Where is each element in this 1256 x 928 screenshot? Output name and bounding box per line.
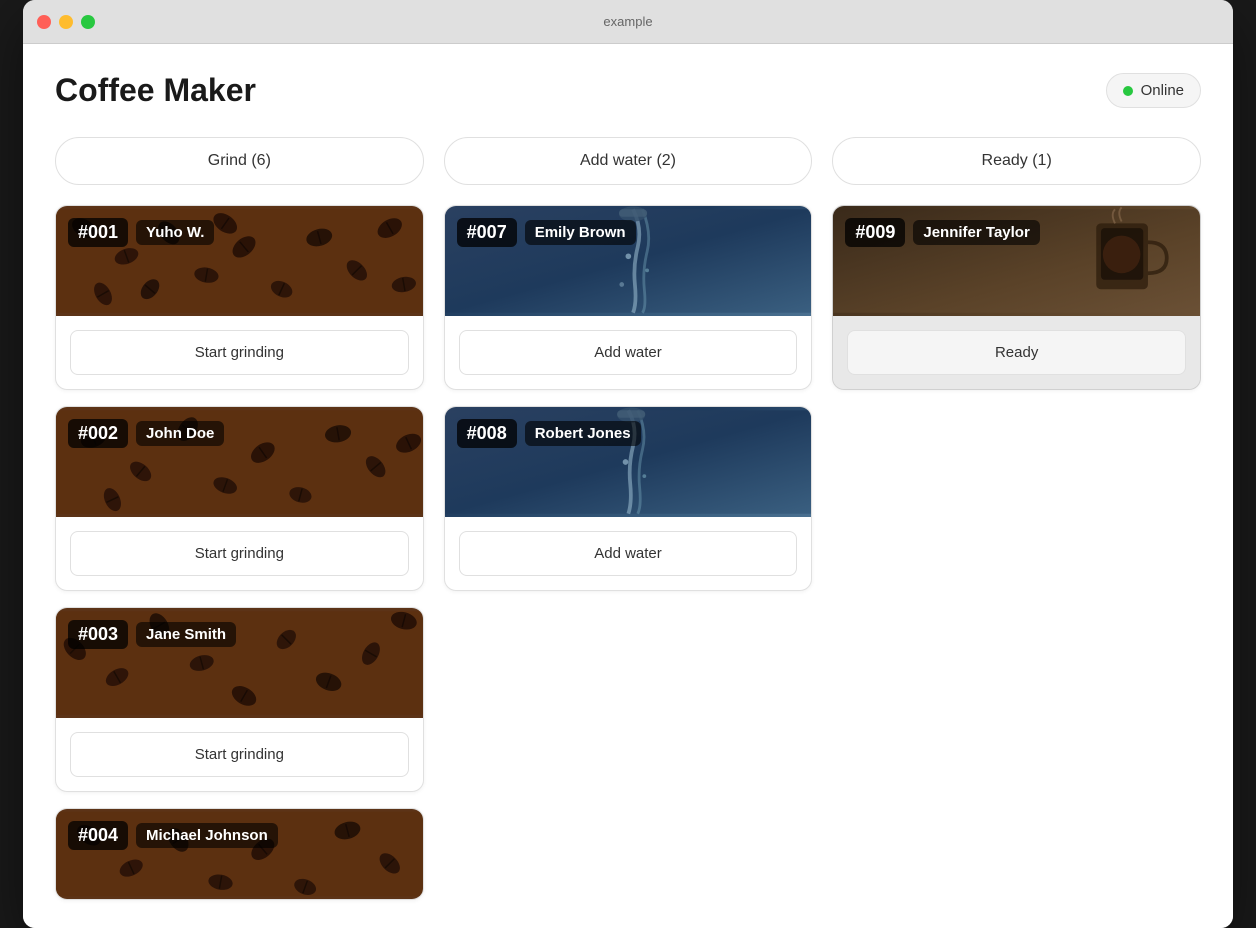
card-008-badge: #008 Robert Jones: [457, 419, 641, 448]
card-009-number: #009: [845, 218, 905, 247]
card-004-name: Michael Johnson: [136, 823, 278, 848]
card-001: #001 Yuho W. Start grinding: [55, 205, 424, 390]
status-badge: Online: [1106, 73, 1201, 108]
card-007-action: Add water: [445, 316, 812, 389]
card-008-name: Robert Jones: [525, 421, 641, 446]
card-004-image: #004 Michael Johnson: [56, 809, 423, 899]
status-label: Online: [1141, 82, 1184, 99]
column-tabs: Grind (6) Add water (2) Ready (1): [55, 137, 1201, 185]
card-001-number: #001: [68, 218, 128, 247]
card-002-button[interactable]: Start grinding: [70, 531, 409, 576]
card-007-badge: #007 Emily Brown: [457, 218, 636, 247]
status-dot: [1123, 86, 1133, 96]
card-004-number: #004: [68, 821, 128, 850]
card-007-number: #007: [457, 218, 517, 247]
tab-ready[interactable]: Ready (1): [832, 137, 1201, 185]
card-001-image: #001 Yuho W.: [56, 206, 423, 316]
card-003-badge: #003 Jane Smith: [68, 620, 236, 649]
card-008-action: Add water: [445, 517, 812, 590]
card-003-number: #003: [68, 620, 128, 649]
card-002-badge: #002 John Doe: [68, 419, 224, 448]
window-title: example: [603, 14, 652, 29]
titlebar-buttons: [37, 15, 95, 29]
card-007-button[interactable]: Add water: [459, 330, 798, 375]
card-007: #007 Emily Brown Add water: [444, 205, 813, 390]
card-003-image: #003 Jane Smith: [56, 608, 423, 718]
card-009-image: #009 Jennifer Taylor: [833, 206, 1200, 316]
card-007-image: #007 Emily Brown: [445, 206, 812, 316]
close-button[interactable]: [37, 15, 51, 29]
card-003: #003 Jane Smith Start grinding: [55, 607, 424, 792]
card-001-button[interactable]: Start grinding: [70, 330, 409, 375]
column-ready: #009 Jennifer Taylor Ready: [832, 205, 1201, 390]
card-003-name: Jane Smith: [136, 622, 236, 647]
card-009-action: Ready: [833, 316, 1200, 389]
titlebar: example: [23, 0, 1233, 44]
maximize-button[interactable]: [81, 15, 95, 29]
page-title: Coffee Maker: [55, 72, 256, 109]
card-004-badge: #004 Michael Johnson: [68, 821, 278, 850]
app-header: Coffee Maker Online: [55, 72, 1201, 109]
card-003-action: Start grinding: [56, 718, 423, 791]
card-007-name: Emily Brown: [525, 220, 636, 245]
card-008-button[interactable]: Add water: [459, 531, 798, 576]
card-009: #009 Jennifer Taylor Ready: [832, 205, 1201, 390]
app-window: example Coffee Maker Online Grind (6) Ad…: [23, 0, 1233, 928]
app-content: Coffee Maker Online Grind (6) Add water …: [23, 44, 1233, 928]
card-009-name: Jennifer Taylor: [913, 220, 1039, 245]
card-001-action: Start grinding: [56, 316, 423, 389]
tab-add-water[interactable]: Add water (2): [444, 137, 813, 185]
columns-body: #001 Yuho W. Start grinding: [55, 205, 1201, 900]
card-001-badge: #001 Yuho W.: [68, 218, 214, 247]
card-008: #008 Robert Jones Add water: [444, 406, 813, 591]
card-008-number: #008: [457, 419, 517, 448]
card-004: #004 Michael Johnson: [55, 808, 424, 900]
card-002-action: Start grinding: [56, 517, 423, 590]
minimize-button[interactable]: [59, 15, 73, 29]
column-add-water: #007 Emily Brown Add water: [444, 205, 813, 591]
card-002: #002 John Doe Start grinding: [55, 406, 424, 591]
card-001-name: Yuho W.: [136, 220, 214, 245]
card-002-number: #002: [68, 419, 128, 448]
card-002-image: #002 John Doe: [56, 407, 423, 517]
card-002-name: John Doe: [136, 421, 224, 446]
card-003-button[interactable]: Start grinding: [70, 732, 409, 777]
card-009-button[interactable]: Ready: [847, 330, 1186, 375]
card-008-image: #008 Robert Jones: [445, 407, 812, 517]
column-grind: #001 Yuho W. Start grinding: [55, 205, 424, 900]
tab-grind[interactable]: Grind (6): [55, 137, 424, 185]
card-009-badge: #009 Jennifer Taylor: [845, 218, 1039, 247]
